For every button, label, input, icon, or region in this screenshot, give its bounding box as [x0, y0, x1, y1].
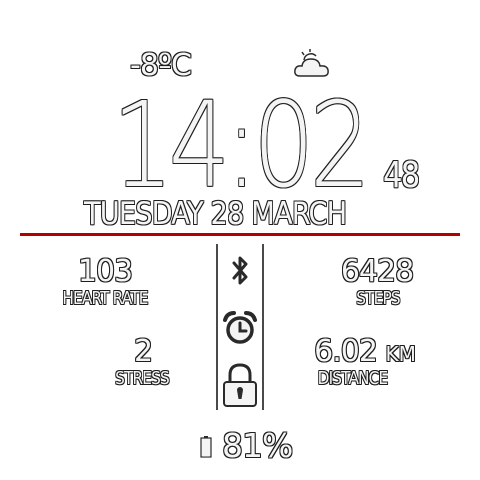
distance-unit: KM [385, 342, 416, 366]
alarm-icon [223, 311, 257, 344]
distance-label: DISTANCE [317, 368, 388, 389]
steps-value: 6428 [340, 254, 414, 289]
status-panel [216, 244, 264, 410]
panel-left-border [216, 244, 218, 410]
stress-label: STRESS [115, 368, 170, 389]
divider-line [20, 233, 460, 236]
bluetooth-icon [232, 256, 248, 285]
stress-value: 2 [133, 334, 153, 369]
distance-number: 6.02 [314, 334, 378, 369]
panel-right-border [262, 244, 264, 410]
heart-rate-label: HEART RATE [62, 288, 148, 309]
lock-icon [223, 363, 257, 407]
battery-percent: 81% [222, 426, 293, 465]
steps-label: STEPS [356, 288, 400, 309]
heart-rate-value: 103 [77, 254, 133, 289]
clock-time: 14:02 [112, 76, 371, 214]
clock-seconds: 48 [383, 155, 420, 196]
clock-date: TUESDAY 28 MARCH [84, 196, 347, 232]
distance-value: 6.02 KM [295, 334, 435, 369]
battery-fill [202, 442, 210, 457]
battery-icon [200, 436, 212, 458]
